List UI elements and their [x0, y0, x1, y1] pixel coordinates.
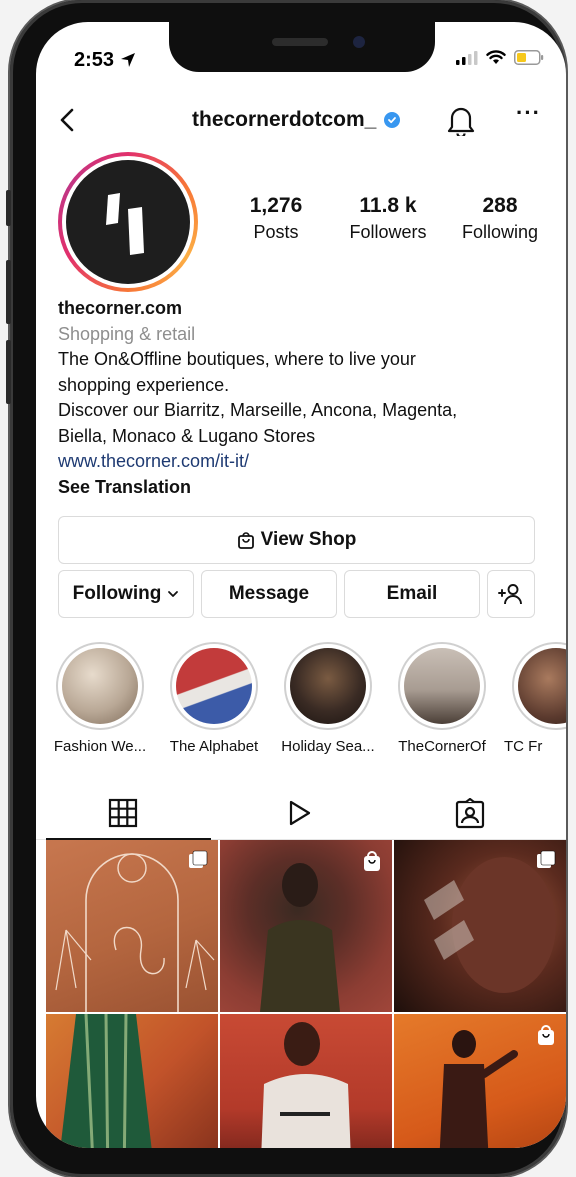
multiple-icon [189, 850, 208, 868]
bio-name: thecorner.com [58, 298, 183, 318]
highlight-ring [512, 642, 566, 730]
thecorner-logo-icon [106, 193, 144, 255]
profile-bio: thecorner.com Shopping & retail The On&O… [58, 296, 548, 500]
bio-category: Shopping & retail [58, 323, 196, 344]
avatar-logo [66, 160, 190, 284]
view-shop-label: View Shop [260, 529, 357, 550]
highlight-cover [290, 648, 366, 724]
post-dress [60, 1014, 152, 1148]
volume-down-button [6, 340, 11, 404]
status-time-text: 2:53 [74, 49, 115, 71]
email-button[interactable]: Email [344, 570, 480, 618]
message-button[interactable]: Message [201, 570, 337, 618]
followers-count: 11.8 k [359, 194, 417, 217]
bio-website-link[interactable]: www.thecorner.com/it-it/ [58, 449, 548, 475]
highlight-ring [56, 642, 144, 730]
highlight-cover [176, 648, 252, 724]
chevron-down-icon [168, 591, 179, 597]
stat-posts[interactable]: 1,276 Posts [231, 194, 321, 243]
highlight-ring [170, 642, 258, 730]
profile-tabs [36, 792, 566, 840]
highlight-cover [518, 648, 566, 724]
bio-line-3: Discover our Biarritz, Marseille, Ancona… [58, 400, 458, 420]
story-highlight[interactable]: Holiday Sea... [281, 642, 375, 755]
story-highlight[interactable]: TC Fr [504, 642, 566, 755]
add-user-button[interactable] [487, 570, 535, 618]
profile-avatar[interactable] [58, 152, 198, 292]
followers-label: Followers [349, 222, 427, 242]
mute-switch [6, 190, 11, 226]
highlight-cover [62, 648, 138, 724]
avatar-border [62, 156, 194, 288]
view-shop-button[interactable]: View Shop [58, 516, 535, 564]
signal-icon [456, 50, 478, 65]
stat-followers[interactable]: 11.8 k Followers [338, 194, 438, 243]
grid-icon[interactable] [108, 798, 138, 828]
highlight-ring [398, 642, 486, 730]
bio-line-1: The On&Offline boutiques, where to live … [58, 349, 416, 369]
bell-icon[interactable] [446, 104, 476, 136]
notch [169, 22, 435, 72]
more-options-icon[interactable]: ··· [516, 100, 541, 126]
status-icons [456, 50, 544, 65]
bio-line-2: shopping experience. [58, 374, 230, 395]
bio-line-4: Biella, Monaco & Lugano Stores [58, 425, 316, 446]
highlight-ring [284, 642, 372, 730]
story-highlight[interactable]: The Alphabet [170, 642, 258, 755]
following-label: Following [461, 222, 539, 242]
verified-badge-icon [384, 112, 401, 128]
highlight-label: TheCornerOf [398, 738, 486, 755]
story-highlight[interactable]: TheCornerOf [398, 642, 486, 755]
post-figure [261, 1022, 351, 1148]
location-arrow-icon [120, 53, 135, 67]
add-user-icon [498, 584, 522, 605]
grid-post[interactable] [46, 840, 218, 1012]
email-button-label: Email [386, 583, 438, 604]
battery-icon [514, 50, 544, 65]
story-highlight[interactable]: Fashion We... [54, 642, 146, 755]
grid-post[interactable] [220, 840, 392, 1012]
following-button-label: Following [72, 583, 162, 604]
posts-label: Posts [253, 222, 299, 242]
speaker [272, 38, 328, 46]
multiple-icon [537, 850, 556, 868]
message-button-label: Message [228, 583, 310, 604]
shop-bag-icon [237, 532, 254, 549]
see-translation-link[interactable]: See Translation [58, 475, 548, 501]
status-time: 2:53 [74, 49, 136, 72]
stat-following[interactable]: 288 Following [450, 194, 550, 243]
following-count: 288 [482, 194, 518, 217]
highlight-label: TC Fr [504, 738, 543, 755]
screen: 2:53 thecornerdotcom_ ··· 1,276 Posts 11… [36, 22, 566, 1148]
grid-post[interactable] [394, 840, 566, 1012]
post-grid [46, 840, 566, 1148]
tagged-icon[interactable] [454, 798, 486, 830]
wifi-icon [486, 50, 506, 64]
username-text: thecornerdotcom_ [192, 108, 377, 131]
following-button[interactable]: Following [58, 570, 194, 618]
grid-post[interactable] [394, 1014, 566, 1148]
grid-post[interactable] [220, 1014, 392, 1148]
volume-up-button [6, 260, 11, 324]
shop-bag-icon [538, 1025, 554, 1045]
front-camera [353, 36, 365, 48]
back-arrow-icon[interactable] [54, 106, 82, 134]
shop-bag-icon [364, 851, 380, 871]
grid-post[interactable] [46, 1014, 218, 1148]
posts-count: 1,276 [249, 194, 303, 217]
highlight-cover [404, 648, 480, 724]
phone-frame: 2:53 thecornerdotcom_ ··· 1,276 Posts 11… [6, 0, 566, 1177]
profile-header: thecornerdotcom_ ··· [36, 100, 566, 140]
reels-icon[interactable] [284, 798, 314, 828]
profile-username: thecornerdotcom_ [192, 108, 401, 132]
